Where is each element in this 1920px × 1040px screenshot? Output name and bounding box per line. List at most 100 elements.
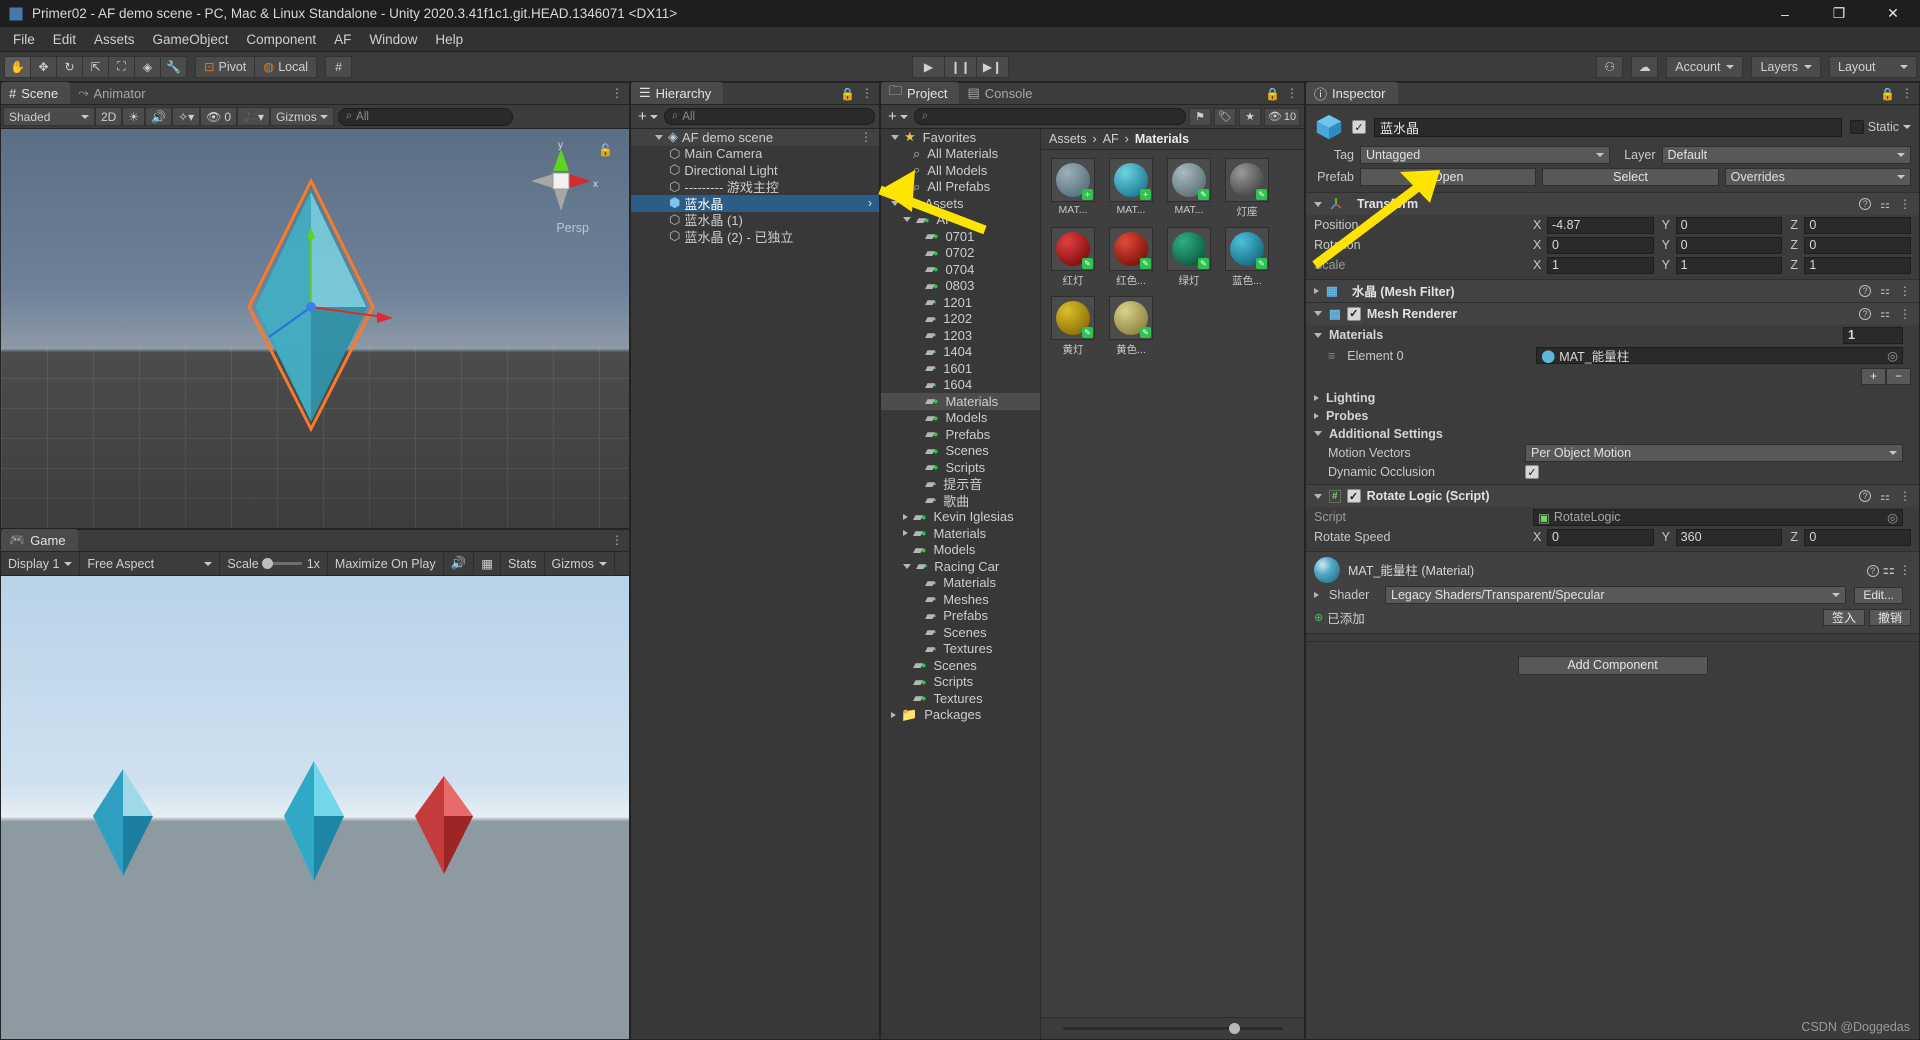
project-tree-row[interactable]: ▰ ● Kevin Iglesias <box>881 509 1040 526</box>
chevron-down-icon[interactable] <box>1314 311 1322 316</box>
project-search-input[interactable]: ⌕ <box>913 108 1186 125</box>
create-asset-button[interactable]: + <box>885 108 911 125</box>
menu-assets[interactable]: Assets <box>85 29 144 50</box>
account-dropdown[interactable]: Account <box>1666 55 1744 78</box>
scene-visibility-icon[interactable]: 👁 0 <box>200 107 238 126</box>
scale-slider[interactable]: Scale 1x <box>220 551 328 576</box>
preset-icon[interactable]: ⚏ <box>1880 490 1890 503</box>
project-tree-row[interactable]: ▰ ● Scenes <box>881 443 1040 460</box>
chevron-down-icon[interactable] <box>1314 332 1322 338</box>
minimize-button[interactable]: – <box>1758 0 1812 27</box>
zoom-slider-knob[interactable] <box>1228 1023 1240 1034</box>
audio-toggle-icon[interactable]: 🔊 <box>145 107 173 126</box>
project-tree-row[interactable]: ▰ ▪ 1203 <box>881 327 1040 344</box>
rect-tool-icon[interactable]: ⛶ <box>108 55 135 78</box>
position-z-input[interactable]: 0 <box>1804 216 1912 234</box>
hierarchy-search-input[interactable]: ⌕ All <box>663 108 875 125</box>
project-tree-row[interactable]: ▰ ● 0702 <box>881 245 1040 262</box>
filter-by-type-icon[interactable]: ⚑ <box>1189 107 1211 126</box>
step-button[interactable]: ▶❙ <box>976 55 1009 78</box>
scale-z-input[interactable]: 1 <box>1804 256 1912 274</box>
project-tree-row[interactable]: ▰ ● 0803 <box>881 278 1040 295</box>
asset-item[interactable]: ✎ 绿灯 <box>1165 227 1213 288</box>
project-lock-icon[interactable]: 🔒 <box>1265 87 1280 101</box>
project-tree-row[interactable]: ▰ ● 0701 <box>881 228 1040 245</box>
asset-item[interactable]: + MAT... <box>1049 158 1097 219</box>
chevron-down-icon[interactable] <box>655 134 663 140</box>
add-gameobject-button[interactable]: + <box>635 108 661 125</box>
game-panel-menu-icon[interactable]: ⋮ <box>611 533 623 547</box>
project-tree-row[interactable]: ▰ ● Models <box>881 542 1040 559</box>
breadcrumb-assets[interactable]: Assets <box>1049 132 1087 146</box>
project-tree-row[interactable]: ▰ ▪ 1601 <box>881 360 1040 377</box>
menu-window[interactable]: Window <box>360 29 426 50</box>
display-dropdown[interactable]: Display 1 <box>1 551 81 576</box>
scene-viewport[interactable]: y x 🔓 Persp <box>1 129 629 528</box>
aspect-dropdown[interactable]: Free Aspect <box>80 551 221 576</box>
collab-icon[interactable]: ⚇ <box>1596 55 1624 78</box>
chevron-right-icon[interactable] <box>1314 412 1319 419</box>
menu-gameobject[interactable]: GameObject <box>144 29 238 50</box>
rotation-x-input[interactable]: 0 <box>1547 236 1654 254</box>
chevron-right-icon[interactable] <box>1314 394 1319 401</box>
tab-project[interactable]: 🗀 Project <box>881 82 960 104</box>
material-object-field[interactable]: ⬤ MAT_能量柱 ◎ <box>1536 347 1903 364</box>
project-tree-row[interactable]: ⌕ All Models <box>881 162 1040 179</box>
chevron-down-icon[interactable] <box>1314 201 1322 207</box>
dynamic-occlusion-checkbox[interactable]: ✓ <box>1525 465 1539 479</box>
hierarchy-row-scene[interactable]: ◈ AF demo scene ⋮ <box>631 129 879 146</box>
asset-item[interactable]: ✎ 黄灯 <box>1049 296 1097 357</box>
help-icon[interactable]: ? <box>1866 565 1879 577</box>
chevron-right-icon[interactable] <box>1314 592 1319 598</box>
preset-icon[interactable]: ⚏ <box>1880 198 1890 211</box>
script-object-field[interactable]: ▣ RotateLogic ◎ <box>1533 508 1903 526</box>
chevron-right-icon[interactable]: › <box>868 196 872 210</box>
transform-header[interactable]: Transform ? ⚏ ⋮ <box>1306 193 1919 215</box>
lighting-toggle-icon[interactable]: ☀ <box>122 107 146 126</box>
menu-edit[interactable]: Edit <box>44 29 85 50</box>
project-tree-row[interactable]: ★ Favorites <box>881 129 1040 146</box>
scale-slider-knob[interactable] <box>261 558 273 569</box>
hierarchy-lock-icon[interactable]: 🔒 <box>840 87 855 101</box>
object-picker-icon[interactable]: ◎ <box>1887 510 1898 525</box>
filter-by-label-icon[interactable]: 🏷 <box>1214 107 1236 126</box>
scene-lock-icon[interactable]: 🔓 <box>598 143 613 157</box>
rotate-speed-x-input[interactable]: 0 <box>1547 528 1654 546</box>
scale-tool-icon[interactable]: ⇱ <box>82 55 109 78</box>
chevron-down-icon[interactable] <box>891 200 899 206</box>
project-tree-row[interactable]: ▰ ● Scripts <box>881 674 1040 691</box>
prefab-open-button[interactable]: Open <box>1360 168 1537 186</box>
prefab-select-button[interactable]: Select <box>1542 168 1719 186</box>
asset-item[interactable]: ✎ 蓝色... <box>1223 227 1271 288</box>
tab-inspector[interactable]: ⓘ Inspector <box>1306 82 1398 104</box>
hierarchy-panel-menu-icon[interactable]: ⋮ <box>861 86 873 100</box>
probes-foldout[interactable]: Probes <box>1306 407 1919 425</box>
position-y-input[interactable]: 0 <box>1675 216 1783 234</box>
favorites-star-icon[interactable]: ★ <box>1239 107 1261 126</box>
preset-icon[interactable]: ⚏ <box>1883 561 1896 577</box>
preset-icon[interactable]: ⚏ <box>1880 284 1890 297</box>
help-icon[interactable]: ? <box>1859 198 1872 210</box>
material-menu-icon[interactable]: ⋮ <box>1899 563 1911 577</box>
tag-dropdown[interactable]: Untagged <box>1360 146 1610 164</box>
hierarchy-tree[interactable]: ◈ AF demo scene ⋮ ⬡ Main Camera ⬡ Direct… <box>631 129 879 1039</box>
project-tree-row[interactable]: ▰ ▪ Meshes <box>881 591 1040 608</box>
position-x-input[interactable]: -4.87 <box>1547 216 1654 234</box>
breadcrumb-materials[interactable]: Materials <box>1135 132 1189 146</box>
project-tree-row[interactable]: ▰ ● AF <box>881 212 1040 229</box>
layout-dropdown[interactable]: Layout <box>1829 55 1917 78</box>
project-tree-row[interactable]: ▰ ▪ Scenes <box>881 624 1040 641</box>
object-active-checkbox[interactable]: ✓ <box>1352 120 1366 134</box>
rotate-logic-header[interactable]: # ✓ Rotate Logic (Script) ? ⚏ ⋮ <box>1306 485 1919 507</box>
chevron-down-icon[interactable] <box>1903 125 1911 129</box>
mesh-renderer-header[interactable]: ▩ ✓ Mesh Renderer ? ⚏ ⋮ <box>1306 302 1919 325</box>
scene-panel-menu-icon[interactable]: ⋮ <box>611 86 623 100</box>
layers-dropdown[interactable]: Layers <box>1751 55 1821 78</box>
static-toggle[interactable]: Static <box>1849 120 1911 134</box>
scene-row-menu-icon[interactable]: ⋮ <box>860 130 872 144</box>
scale-x-input[interactable]: 1 <box>1547 256 1654 274</box>
cloud-icon[interactable]: ☁ <box>1631 55 1659 78</box>
game-grid-icon[interactable]: ▦ <box>474 551 502 576</box>
project-folder-tree[interactable]: ★ Favorites ⌕ All Materials ⌕ All Models ⌕ All … <box>881 129 1041 1039</box>
chevron-down-icon[interactable] <box>1314 493 1322 499</box>
